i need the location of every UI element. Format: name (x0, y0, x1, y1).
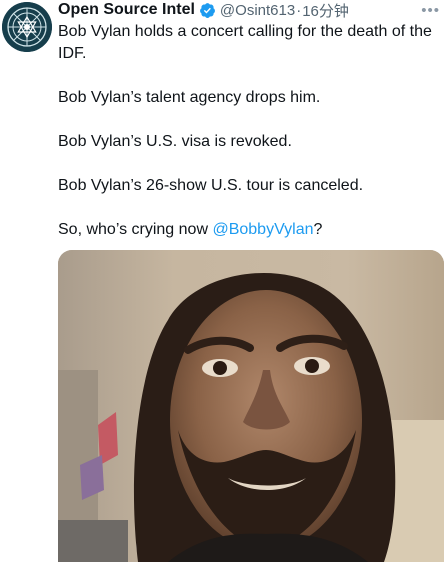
tweet-line: Bob Vylan’s 26-show U.S. tour is cancele… (58, 177, 364, 194)
separator-dot: · (296, 1, 302, 19)
author-avatar[interactable] (2, 2, 52, 52)
tweet-line: Bob Vylan’s talent agency drops him. (58, 89, 321, 106)
tweet-text: Bob Vylan holds a concert calling for th… (58, 21, 440, 241)
portrait-photo (58, 250, 444, 562)
more-options-icon[interactable]: ••• (421, 2, 440, 19)
tweet-closing-line: So, who’s crying now @BobbyVylan? (58, 219, 440, 241)
tweet-card[interactable]: Open Source Intel @Osint613 · 16分钟 ••• B… (0, 0, 446, 562)
post-timestamp[interactable]: 16分钟 (302, 0, 349, 21)
tweet-line: Bob Vylan’s U.S. visa is revoked. (58, 133, 292, 150)
tweet-header: Open Source Intel @Osint613 · 16分钟 (58, 0, 349, 20)
tweet-line: Bob Vylan holds a concert calling for th… (58, 23, 432, 62)
verified-badge-icon (199, 2, 216, 19)
author-display-name[interactable]: Open Source Intel (58, 1, 195, 19)
mention-link[interactable]: @BobbyVylan (212, 221, 313, 238)
closing-punctuation: ? (313, 221, 323, 238)
closing-text: So, who’s crying now (58, 221, 213, 238)
avatar-emblem-icon (2, 2, 52, 52)
author-handle[interactable]: @Osint613 (220, 2, 295, 19)
tweet-photo[interactable] (58, 250, 444, 562)
